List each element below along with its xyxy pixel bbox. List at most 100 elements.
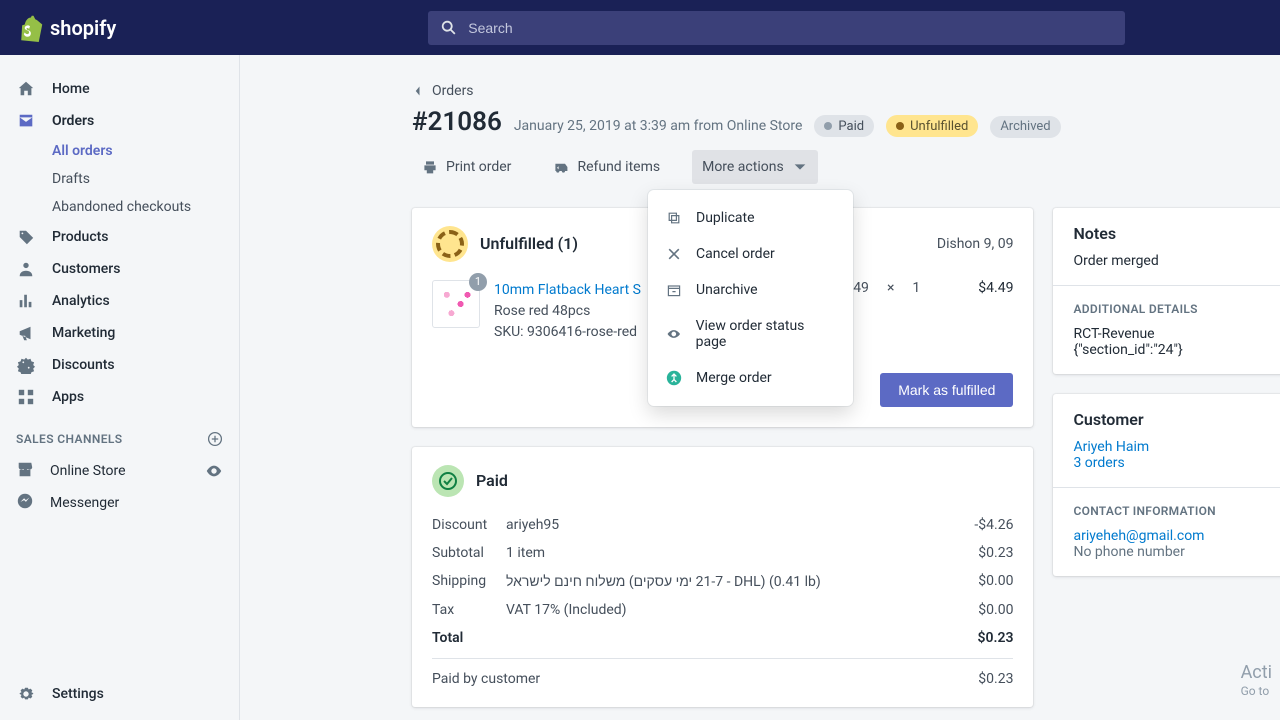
nav-label: Discounts [52, 357, 115, 373]
notes-card: Notes Order merged ADDITIONAL DETAILS RC… [1053, 208, 1280, 374]
menu-cancel-order[interactable]: Cancel order [648, 236, 853, 272]
store-icon [16, 460, 34, 478]
eye-icon[interactable] [205, 462, 223, 480]
order-subtitle: January 25, 2019 at 3:39 am from Online … [514, 118, 803, 134]
nav-label: Home [52, 81, 90, 97]
divider [432, 658, 1013, 659]
more-actions-button[interactable]: More actions [692, 150, 818, 184]
logo[interactable]: shopify [16, 14, 116, 42]
chevron-left-icon [412, 85, 424, 97]
home-icon [17, 80, 35, 98]
details-value: {"section_id":"24"} [1073, 342, 1280, 358]
nav-label: Customers [52, 261, 120, 277]
duplicate-icon [666, 210, 682, 226]
menu-duplicate[interactable]: Duplicate [648, 200, 853, 236]
breadcrumb-label: Orders [432, 83, 474, 99]
notes-body: Order merged [1073, 253, 1280, 269]
nav-customers[interactable]: Customers [0, 253, 239, 285]
paid-card: Paid Discountariyeh95-$4.26 Subtotal1 it… [412, 447, 1033, 707]
refund-icon [553, 159, 569, 175]
product-name-link[interactable]: 10mm Flatback Heart S [494, 282, 641, 298]
chart-icon [17, 292, 35, 310]
row-total: Total$0.23 [432, 624, 1013, 652]
breadcrumb[interactable]: Orders [412, 83, 1280, 99]
discount-icon [17, 356, 35, 374]
nav-label: Settings [52, 686, 104, 702]
nav-drafts[interactable]: Drafts [0, 165, 239, 193]
nav-products[interactable]: Products [0, 221, 239, 253]
nav-discounts[interactable]: Discounts [0, 349, 239, 381]
nav-abandoned[interactable]: Abandoned checkouts [0, 193, 239, 221]
unfulfilled-status-icon [432, 226, 468, 262]
caret-down-icon [792, 159, 808, 175]
nav-settings[interactable]: Settings [0, 678, 239, 710]
nav-label: Analytics [52, 293, 110, 309]
customer-title: Customer [1073, 410, 1280, 429]
more-actions-menu: Duplicate Cancel order Unarchive View or… [648, 190, 853, 406]
gear-icon [17, 685, 35, 703]
sales-channels-heading: SALES CHANNELS [0, 413, 239, 455]
brand-name: shopify [50, 16, 116, 40]
nav-analytics[interactable]: Analytics [0, 285, 239, 317]
paid-title: Paid [476, 471, 508, 490]
customer-name-link[interactable]: Ariyeh Haim [1073, 439, 1149, 455]
row-subtotal: Subtotal1 item$0.23 [432, 539, 1013, 567]
line-item-pricing: 49 × 1 $4.49 [853, 280, 1013, 296]
channel-label: Online Store [50, 463, 189, 479]
page-header: #21086 January 25, 2019 at 3:39 am from … [412, 107, 1280, 138]
customer-email-link[interactable]: ariyeheh@gmail.com [1073, 528, 1204, 544]
quantity-badge: 1 [469, 273, 487, 291]
menu-merge-order[interactable]: Merge order [648, 360, 853, 396]
additional-details-title: ADDITIONAL DETAILS [1073, 302, 1280, 316]
search-icon [440, 19, 458, 37]
messenger-icon [16, 492, 34, 510]
badge-unfulfilled: Unfulfilled [886, 115, 978, 137]
ship-to-address: Dishon 9, 09 [937, 236, 1014, 252]
menu-view-status[interactable]: View order status page [648, 308, 853, 360]
topbar: shopify [0, 0, 1280, 55]
unarchive-icon [666, 282, 682, 298]
page-actions: Print order Refund items More actions Du… [412, 150, 1280, 184]
customer-phone: No phone number [1073, 544, 1280, 560]
nav-label: Orders [52, 113, 94, 129]
badge-paid: Paid [814, 115, 874, 137]
megaphone-icon [17, 324, 35, 342]
person-icon [17, 260, 35, 278]
badge-archived: Archived [990, 116, 1060, 138]
nav-marketing[interactable]: Marketing [0, 317, 239, 349]
add-channel-icon[interactable] [207, 431, 223, 447]
nav-label: Apps [52, 389, 84, 405]
refund-items-button[interactable]: Refund items [543, 150, 670, 184]
row-discount: Discountariyeh95-$4.26 [432, 511, 1013, 539]
eye-icon [666, 326, 682, 342]
row-shipping: Shippingמשלוח חינם לישראל (21-7 ימי עסקי… [432, 567, 1013, 596]
product-thumbnail[interactable]: 1 [432, 280, 480, 328]
nav-all-orders[interactable]: All orders [0, 137, 239, 165]
details-key: RCT-Revenue [1073, 326, 1280, 342]
close-icon [666, 246, 682, 262]
search-input[interactable] [468, 20, 1113, 36]
print-order-button[interactable]: Print order [412, 150, 521, 184]
tag-icon [17, 228, 35, 246]
nav-label: Marketing [52, 325, 115, 341]
shopify-bag-icon [16, 14, 44, 42]
nav-apps[interactable]: Apps [0, 381, 239, 413]
mark-as-fulfilled-button[interactable]: Mark as fulfilled [880, 373, 1013, 407]
sidebar: Home Orders All orders Drafts Abandoned … [0, 55, 240, 720]
nav-orders[interactable]: Orders [0, 105, 239, 137]
paid-status-icon [432, 465, 464, 497]
notes-title: Notes [1073, 224, 1280, 243]
row-paid-by-customer: Paid by customer$0.23 [432, 665, 1013, 693]
nav-label: Products [52, 229, 109, 245]
channel-online-store[interactable]: Online Store [0, 455, 239, 487]
customer-orders-link[interactable]: 3 orders [1073, 455, 1124, 471]
channel-label: Messenger [50, 495, 119, 511]
search-bar[interactable] [428, 11, 1125, 45]
menu-unarchive[interactable]: Unarchive [648, 272, 853, 308]
orders-icon [17, 112, 35, 130]
apps-icon [17, 388, 35, 406]
printer-icon [422, 159, 438, 175]
channel-messenger[interactable]: Messenger [0, 487, 239, 519]
customer-card: Customer Ariyeh Haim 3 orders CONTACT IN… [1053, 394, 1280, 576]
nav-home[interactable]: Home [0, 73, 239, 105]
